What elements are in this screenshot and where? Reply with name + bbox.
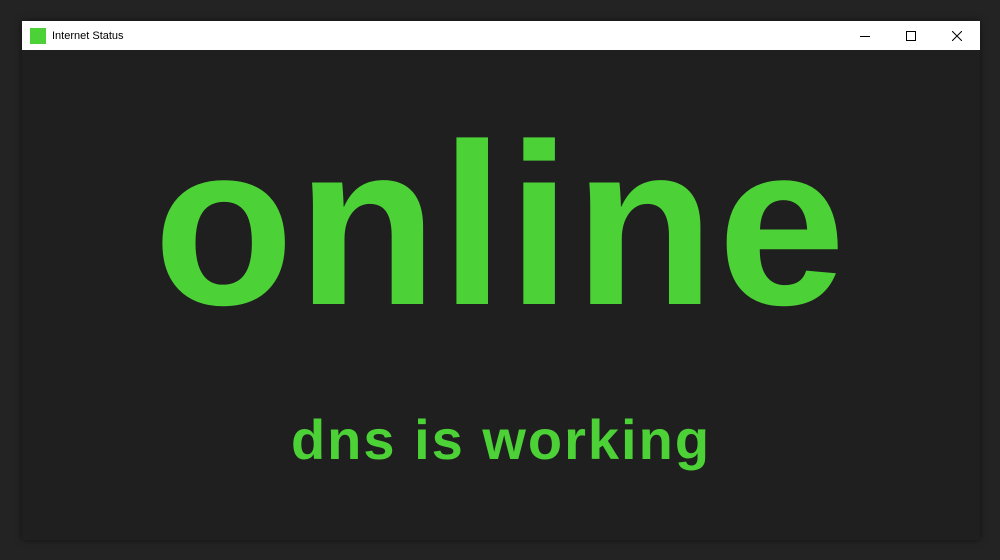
dns-status-text: dns is working — [290, 408, 712, 471]
close-button[interactable] — [934, 21, 980, 50]
status-panel: online dns is working — [22, 50, 980, 540]
app-window: Internet Status online dns is working — [22, 21, 980, 540]
connection-status-text: online — [153, 96, 849, 353]
maximize-button[interactable] — [888, 21, 934, 50]
window-title: Internet Status — [52, 29, 124, 42]
app-icon — [30, 27, 46, 44]
close-icon — [952, 30, 962, 41]
window-controls — [842, 21, 980, 50]
minimize-button[interactable] — [842, 21, 888, 50]
maximize-icon — [906, 30, 916, 41]
title-bar[interactable]: Internet Status — [22, 21, 980, 50]
minimize-icon — [860, 35, 870, 37]
